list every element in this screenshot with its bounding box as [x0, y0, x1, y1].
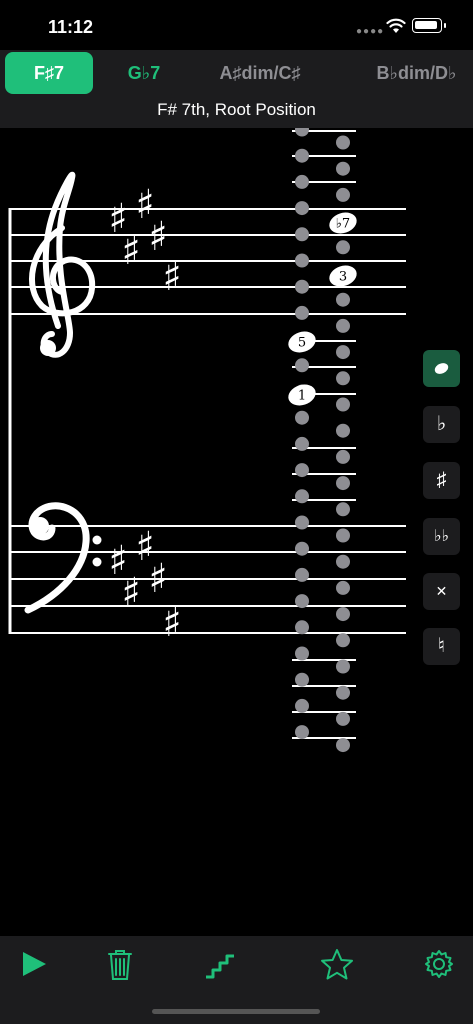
grand-staff[interactable]: ♯ ♯♯ ♯♯♯ ♯♯ ♯♯ ♭7 3 5 1	[0, 128, 473, 938]
note-slot-dot[interactable]	[295, 698, 309, 713]
note-slot-dot[interactable]	[336, 633, 350, 648]
battery-icon	[412, 18, 446, 33]
note-slot-dot[interactable]	[295, 646, 309, 661]
double-flat-tool[interactable]: ♭♭	[423, 518, 460, 555]
note-slot-dot[interactable]	[336, 318, 350, 333]
gear-icon[interactable]	[419, 946, 459, 982]
note-slot-dot[interactable]	[336, 345, 350, 360]
note-slot-dot[interactable]	[336, 738, 350, 753]
flat-tool[interactable]: ♭	[423, 406, 460, 443]
status-time: 11:12	[48, 17, 94, 37]
note-slot-dot[interactable]	[336, 685, 350, 700]
sharp-tool[interactable]: ♯	[423, 462, 460, 499]
home-indicator	[152, 1009, 320, 1014]
note-slot-dot[interactable]	[336, 135, 350, 150]
key-signature: ♯ ♯♯ ♯♯♯ ♯♯ ♯♯	[108, 182, 181, 646]
note-slot-dot[interactable]	[336, 476, 350, 491]
note-slot-dot[interactable]	[336, 659, 350, 674]
chord-bar: F♯7 G♭7 A♯dim/C♯ B♭dim/D♭ F# 7th, Root P…	[0, 50, 473, 128]
chord-note[interactable]: ♭7	[327, 209, 360, 237]
note-slot-dot[interactable]	[336, 161, 350, 176]
note-slot-dot[interactable]	[336, 240, 350, 255]
natural-tool[interactable]: ♮	[423, 628, 460, 665]
note-slot-dot[interactable]	[295, 253, 309, 268]
note-slot-dot[interactable]	[295, 725, 309, 740]
note-slot-dot[interactable]	[336, 711, 350, 726]
chord-tab-3[interactable]: B♭dim/D♭	[360, 52, 473, 94]
note-slot-dot[interactable]	[295, 515, 309, 530]
note-slot-dot[interactable]	[295, 148, 309, 163]
bass-clef-icon	[24, 502, 102, 614]
chord-note[interactable]: 1	[286, 381, 319, 409]
note-slot-dot[interactable]	[295, 436, 309, 451]
note-slot-dot[interactable]	[336, 580, 350, 595]
chord-note[interactable]: 5	[286, 328, 319, 356]
note-slot-dot[interactable]	[336, 397, 350, 412]
status-bar: 11:12 ●●●●	[0, 0, 473, 52]
note-slot-dot[interactable]	[336, 554, 350, 569]
note-slot-dot[interactable]	[295, 174, 309, 189]
note-slot-dot[interactable]	[295, 672, 309, 687]
chord-tab-0[interactable]: F♯7	[5, 52, 93, 94]
chord-tab-2[interactable]: A♯dim/C♯	[205, 52, 315, 94]
key-signature-sharp: ♯	[162, 600, 181, 646]
chord-note-label: 1	[298, 389, 306, 404]
star-icon[interactable]	[317, 946, 357, 982]
chord-note[interactable]: 3	[327, 262, 360, 290]
play-icon[interactable]	[16, 946, 56, 982]
chord-note-label: 5	[298, 336, 306, 351]
note-slot-dot[interactable]	[295, 567, 309, 582]
chord-tab-1[interactable]: G♭7	[104, 52, 184, 94]
double-sharp-tool[interactable]: ✕	[423, 573, 460, 610]
key-signature-sharp: ♯	[121, 570, 140, 616]
note-slot-dot[interactable]	[295, 358, 309, 373]
note-slot-dot[interactable]	[336, 607, 350, 622]
whole-note-icon	[434, 363, 449, 374]
note-slot-dot[interactable]	[295, 620, 309, 635]
note-slot-dot[interactable]	[295, 227, 309, 242]
note-slot-dot[interactable]	[295, 201, 309, 216]
note-slot-dot[interactable]	[336, 371, 350, 386]
whole-note-tool[interactable]	[423, 350, 460, 387]
note-slot-dot[interactable]	[295, 279, 309, 294]
note-slot-dot[interactable]	[295, 541, 309, 556]
key-signature-sharp: ♯	[121, 228, 140, 274]
note-slot-dot[interactable]	[295, 594, 309, 609]
treble-clef-icon	[28, 172, 96, 358]
note-slot-dot[interactable]	[336, 292, 350, 307]
note-slot-dot[interactable]	[336, 449, 350, 464]
wifi-icon	[386, 18, 406, 33]
note-slot-dot[interactable]	[336, 528, 350, 543]
chord-note-label: 3	[339, 270, 347, 285]
note-slot-dot[interactable]	[295, 463, 309, 478]
steps-icon[interactable]	[200, 946, 240, 982]
note-slot-dot[interactable]	[295, 305, 309, 320]
chord-note-label: ♭7	[336, 217, 350, 232]
note-slot-dot[interactable]	[295, 410, 309, 425]
note-slot-dot[interactable]	[336, 423, 350, 438]
note-slot-dot[interactable]	[295, 489, 309, 504]
note-slot-dot[interactable]	[336, 187, 350, 202]
chord-subtitle: F# 7th, Root Position	[157, 100, 316, 119]
note-slot-dot[interactable]	[336, 502, 350, 517]
trash-icon[interactable]	[100, 946, 140, 982]
key-signature-sharp: ♯	[162, 254, 181, 300]
note-slot-dot[interactable]	[295, 128, 309, 137]
key-signature-sharp: ♯	[148, 556, 167, 602]
signal-dots-icon: ●●●●	[356, 26, 385, 37]
